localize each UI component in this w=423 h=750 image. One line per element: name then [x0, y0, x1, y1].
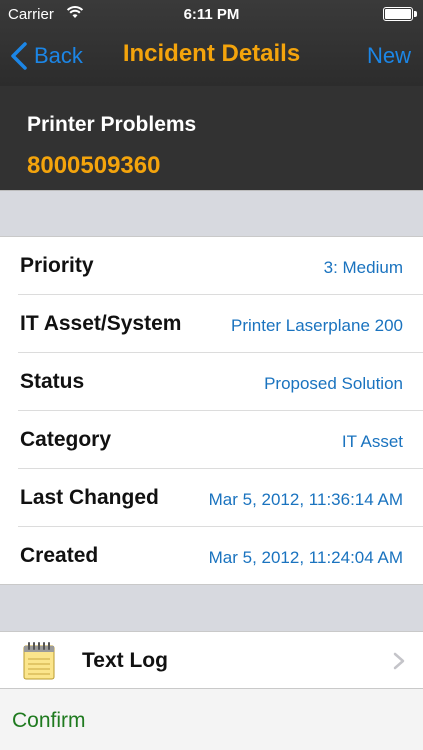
status-bar: Carrier 6:11 PM: [0, 0, 423, 30]
detail-value: IT Asset: [341, 432, 403, 451]
detail-label: Priority: [20, 254, 94, 277]
detail-row-status: Status Proposed Solution: [0, 353, 423, 411]
detail-value: Mar 5, 2012, 11:36:14 AM: [208, 490, 403, 509]
section-spacer: [0, 190, 423, 236]
notepad-icon: [23, 642, 55, 680]
detail-row-priority: Priority 3: Medium: [0, 237, 423, 295]
battery-icon: [383, 7, 417, 21]
detail-label: Status: [20, 370, 85, 393]
text-log-row[interactable]: Text Log: [0, 631, 423, 689]
detail-value: Mar 5, 2012, 11:24:04 AM: [208, 548, 403, 567]
incident-header: Printer Problems 8000509360: [0, 86, 423, 190]
incident-name: Printer Problems: [27, 113, 197, 136]
detail-row-last-changed: Last Changed Mar 5, 2012, 11:36:14 AM: [0, 469, 423, 527]
section-spacer: [0, 584, 423, 631]
back-label: Back: [34, 43, 83, 68]
chevron-right-icon: [393, 652, 405, 670]
incident-number: 8000509360: [27, 152, 161, 179]
detail-value: 3: Medium: [323, 258, 403, 277]
text-log-label: Text Log: [82, 649, 168, 672]
navigation-bar: Carrier 6:11 PM Back Incident Details Ne…: [0, 0, 423, 86]
details-table: Priority 3: Medium IT Asset/System Print…: [0, 236, 423, 584]
detail-label: IT Asset/System: [20, 312, 182, 335]
detail-value: Proposed Solution: [264, 374, 403, 393]
detail-row-it-asset: IT Asset/System Printer Laserplane 200: [0, 295, 423, 353]
back-button[interactable]: Back: [10, 40, 83, 72]
new-button[interactable]: New: [367, 43, 411, 69]
detail-row-created: Created Mar 5, 2012, 11:24:04 AM: [0, 527, 423, 585]
detail-label: Created: [20, 544, 99, 567]
chevron-left-icon: [11, 42, 27, 70]
detail-row-category: Category IT Asset: [0, 411, 423, 469]
detail-label: Category: [20, 428, 112, 451]
clock: 6:11 PM: [183, 6, 240, 23]
bottom-toolbar: Confirm: [0, 690, 423, 750]
detail-label: Last Changed: [20, 486, 159, 509]
confirm-button[interactable]: Confirm: [12, 709, 86, 733]
detail-value: Printer Laserplane 200: [230, 316, 403, 335]
